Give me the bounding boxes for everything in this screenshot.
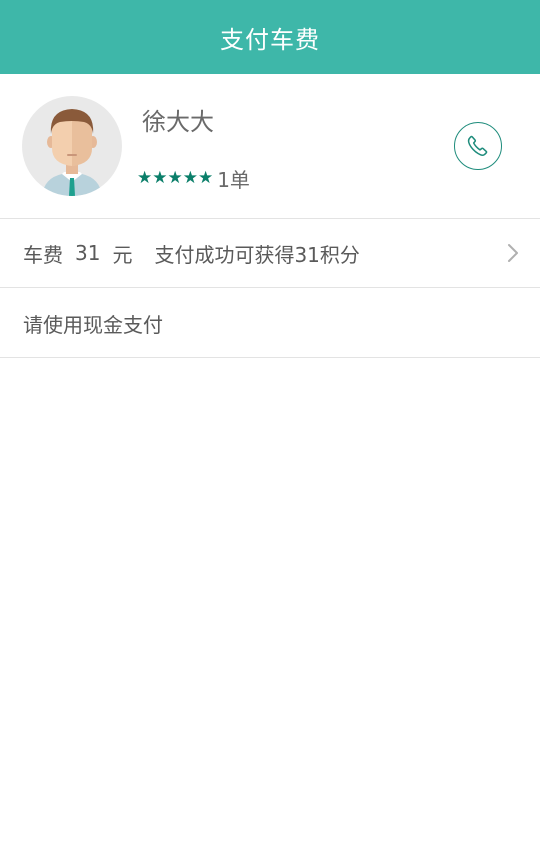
cash-payment-row: 请使用现金支付 (0, 289, 540, 358)
chevron-right-icon (508, 244, 518, 262)
points-reward-text: 支付成功可获得31积分 (154, 242, 360, 267)
fare-unit: 元 (112, 242, 133, 267)
header-bar: 支付车费 (0, 0, 540, 74)
driver-name: 徐大大 (142, 108, 214, 136)
call-driver-button[interactable] (454, 122, 502, 170)
fare-label: 车费 (23, 242, 63, 267)
driver-rating: ★★★★★ 1单 (137, 164, 250, 193)
order-count: 1单 (217, 168, 250, 192)
page-title: 支付车费 (220, 25, 320, 54)
driver-avatar (22, 96, 122, 196)
cash-payment-text: 请使用现金支付 (23, 312, 163, 337)
driver-card: 徐大大 ★★★★★ 1单 (0, 74, 540, 219)
avatar-icon (42, 109, 102, 196)
fare-row[interactable]: 车费 31 元 支付成功可获得31积分 (0, 219, 540, 288)
phone-icon (467, 135, 488, 156)
rating-stars: ★★★★★ (137, 168, 214, 188)
fare-amount: 31 (75, 241, 101, 265)
